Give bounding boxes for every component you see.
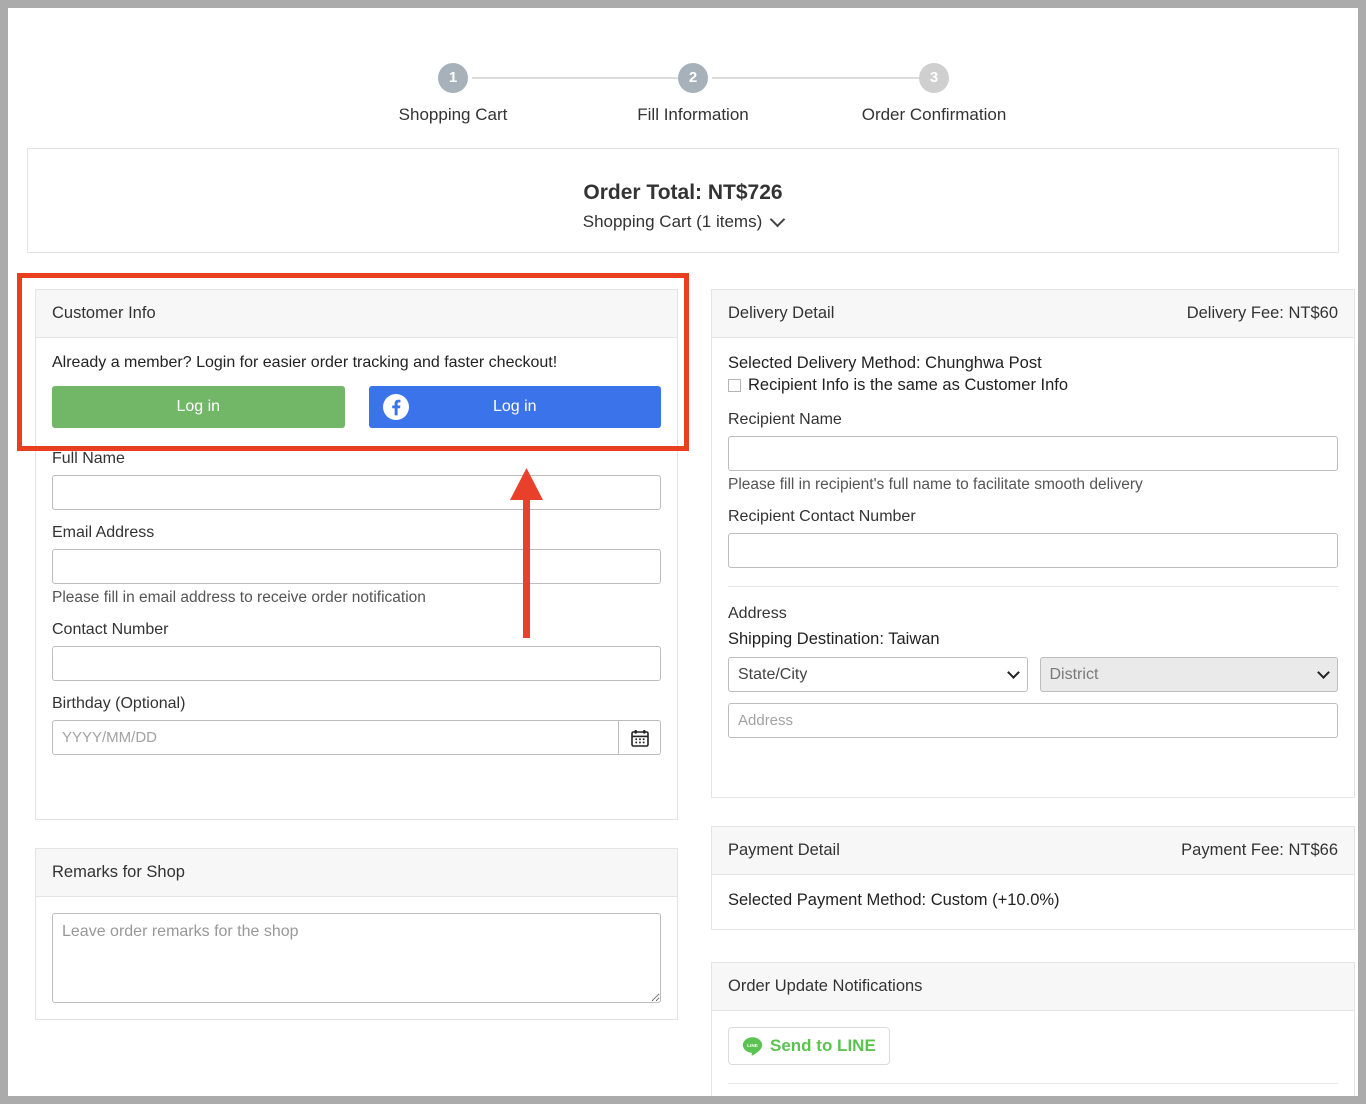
recipient-contact-input[interactable] xyxy=(728,533,1338,568)
chevron-down-icon xyxy=(1317,666,1330,679)
contact-number-field-group: Contact Number xyxy=(52,621,661,681)
facebook-icon xyxy=(382,394,409,420)
payment-detail-card: Payment Detail Payment Fee: NT$66 Select… xyxy=(711,826,1355,930)
login-button[interactable]: Log in xyxy=(52,386,345,428)
recipient-name-hint: Please fill in recipient's full name to … xyxy=(728,476,1143,493)
customer-info-header: Customer Info xyxy=(36,290,677,338)
login-buttons-row: Log in Log in xyxy=(52,386,661,428)
remarks-body xyxy=(36,897,677,1024)
order-update-notifications-title: Order Update Notifications xyxy=(728,977,923,995)
cart-summary-label: Shopping Cart (1 items) xyxy=(582,212,763,231)
login-button-label: Log in xyxy=(176,398,221,415)
delivery-fee: Delivery Fee: NT$60 xyxy=(1186,304,1338,322)
district-select[interactable]: District xyxy=(1039,657,1338,692)
full-name-label: Full Name xyxy=(52,450,125,467)
customer-info-body: Already a member? Login for easier order… xyxy=(36,338,677,785)
svg-text:LINE: LINE xyxy=(747,1042,758,1048)
delivery-detail-body: Selected Delivery Method: Chunghwa Post … xyxy=(712,338,1354,754)
calendar-picker-button[interactable] xyxy=(619,720,661,755)
payment-detail-body: Selected Payment Method: Custom (+10.0%) xyxy=(712,875,1354,926)
state-city-select-value: State/City xyxy=(738,665,808,683)
state-city-select[interactable]: State/City xyxy=(728,657,1028,692)
delivery-detail-title: Delivery Detail xyxy=(728,304,835,322)
order-update-notifications-body: LINE Send to LINE xyxy=(712,1011,1354,1096)
chevron-down-icon xyxy=(769,211,786,228)
step-label: Order Confirmation xyxy=(861,105,1007,124)
payment-detail-title: Payment Detail xyxy=(728,841,840,859)
chevron-down-icon xyxy=(1006,666,1020,679)
contact-number-label: Contact Number xyxy=(52,621,169,638)
checkout-page: 1 Shopping Cart 2 Fill Information 3 Ord… xyxy=(8,8,1358,1096)
remarks-textarea[interactable] xyxy=(52,913,661,1003)
same-as-customer-checkbox-row[interactable]: Recipient Info is the same as Customer I… xyxy=(728,376,1338,395)
step-number-badge: 1 xyxy=(438,63,468,93)
recipient-contact-label: Recipient Contact Number xyxy=(728,508,916,525)
order-total-amount: Order Total: NT$726 xyxy=(583,181,783,204)
order-update-notifications-card: Order Update Notifications LINE Send to … xyxy=(711,962,1355,1096)
selected-payment-method: Selected Payment Method: Custom (+10.0%) xyxy=(728,891,1060,909)
recipient-contact-field-group: Recipient Contact Number xyxy=(728,508,1338,568)
step-number-badge: 3 xyxy=(919,63,949,93)
address-label: Address xyxy=(728,605,787,622)
birthday-label: Birthday (Optional) xyxy=(52,695,186,712)
shopping-cart-summary-toggle[interactable]: Shopping Cart (1 items) xyxy=(28,211,1338,232)
step-label: Fill Information xyxy=(637,105,749,124)
step-label: Shopping Cart xyxy=(398,105,508,124)
delivery-divider xyxy=(728,586,1338,587)
order-total-card: Order Total: NT$726 Shopping Cart (1 ite… xyxy=(27,148,1339,253)
shipping-destination: Shipping Destination: Taiwan xyxy=(728,630,940,648)
facebook-login-button-label: Log in xyxy=(492,398,537,415)
same-as-customer-label: Recipient Info is the same as Customer I… xyxy=(748,376,1069,394)
full-name-field-group: Full Name xyxy=(52,450,661,510)
facebook-login-button[interactable]: Log in xyxy=(368,386,661,428)
member-login-prompt: Already a member? Login for easier order… xyxy=(52,354,558,371)
checkout-stepper: 1 Shopping Cart 2 Fill Information 3 Ord… xyxy=(8,56,1358,136)
order-update-notifications-header: Order Update Notifications xyxy=(712,963,1354,1011)
remarks-title: Remarks for Shop xyxy=(52,863,185,881)
payment-fee: Payment Fee: NT$66 xyxy=(1181,841,1338,859)
birthday-input[interactable] xyxy=(52,720,620,755)
email-hint: Please fill in email address to receive … xyxy=(52,589,426,606)
delivery-detail-header: Delivery Detail Delivery Fee: NT$60 xyxy=(712,290,1354,338)
address-input[interactable] xyxy=(728,703,1338,738)
remarks-card: Remarks for Shop xyxy=(35,848,678,1020)
stepper-step-fill-information[interactable]: 2 Fill Information xyxy=(598,56,788,125)
customer-info-title: Customer Info xyxy=(52,304,156,322)
birthday-input-row xyxy=(52,720,661,755)
payment-detail-header: Payment Detail Payment Fee: NT$66 xyxy=(712,827,1354,875)
notifications-divider xyxy=(728,1083,1338,1084)
calendar-icon xyxy=(630,729,649,747)
district-select-value: District xyxy=(1049,665,1099,683)
line-icon: LINE xyxy=(742,1036,763,1056)
email-label: Email Address xyxy=(52,524,155,541)
full-name-input[interactable] xyxy=(52,475,661,510)
stepper-step-shopping-cart[interactable]: 1 Shopping Cart xyxy=(358,56,548,125)
customer-info-card: Customer Info Already a member? Login fo… xyxy=(35,289,678,820)
remarks-header: Remarks for Shop xyxy=(36,849,677,897)
email-field-group: Email Address Please fill in email addre… xyxy=(52,524,661,607)
recipient-name-input[interactable] xyxy=(728,436,1338,471)
contact-number-input[interactable] xyxy=(52,646,661,681)
send-to-line-label: Send to LINE xyxy=(770,1036,876,1055)
step-number-badge: 2 xyxy=(678,63,708,93)
selected-delivery-method: Selected Delivery Method: Chunghwa Post xyxy=(728,354,1042,372)
stepper-step-order-confirmation: 3 Order Confirmation xyxy=(839,56,1029,125)
recipient-name-field-group: Recipient Name Please fill in recipient'… xyxy=(728,411,1338,494)
recipient-name-label: Recipient Name xyxy=(728,411,842,428)
address-select-row: State/City District xyxy=(728,657,1338,692)
birthday-field-group: Birthday (Optional) xyxy=(52,695,661,755)
delivery-detail-card: Delivery Detail Delivery Fee: NT$60 Sele… xyxy=(711,289,1355,798)
email-input[interactable] xyxy=(52,549,661,584)
same-as-customer-checkbox[interactable] xyxy=(728,379,741,392)
send-to-line-button[interactable]: LINE Send to LINE xyxy=(728,1027,890,1065)
